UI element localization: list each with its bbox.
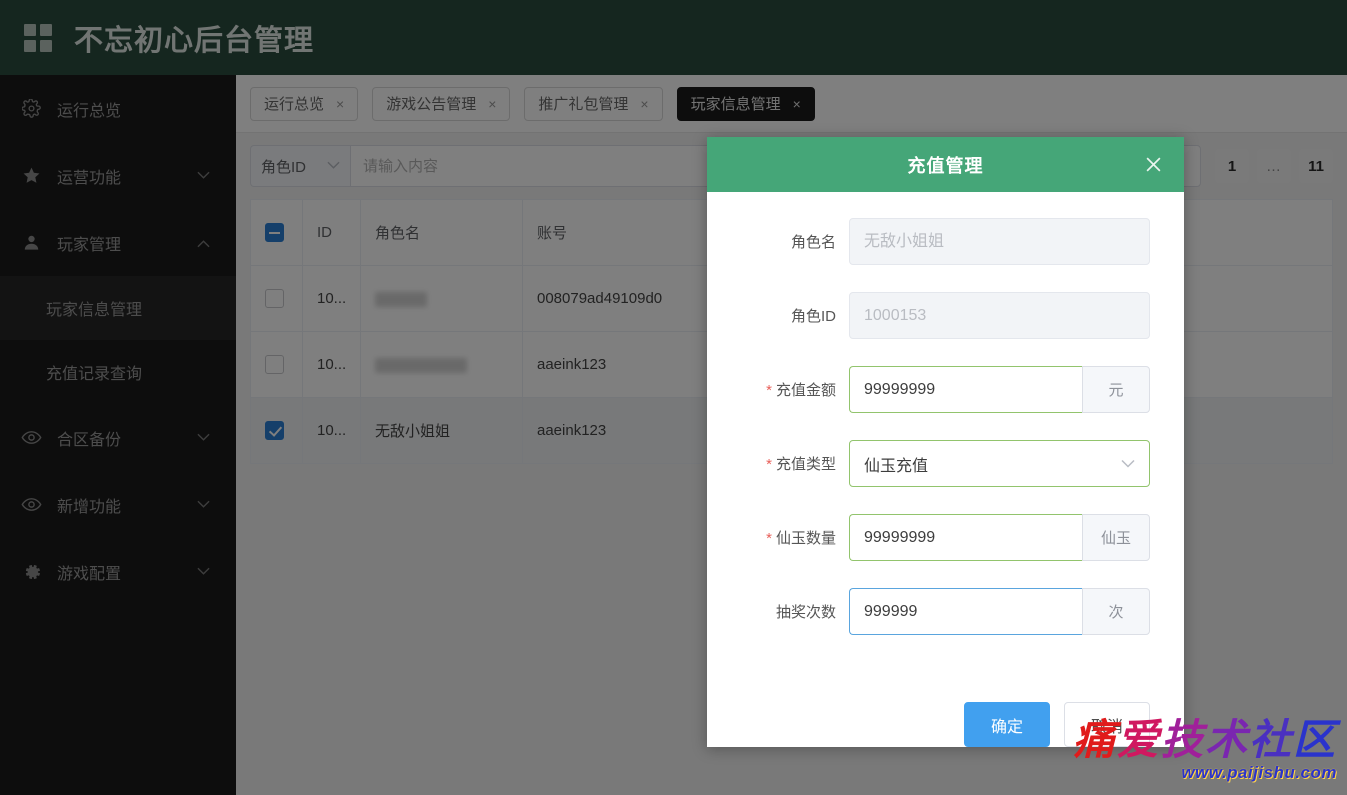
modal-body: 角色名 角色ID *充值金额 元 [707,192,1184,694]
field-draw-count: 抽奖次数 次 [727,588,1150,635]
modal-title: 充值管理 [908,152,984,178]
close-icon[interactable] [1142,154,1164,176]
recharge-modal: 充值管理 角色名 角色ID * [707,137,1184,747]
field-label-text: 仙玉数量 [776,530,836,547]
required-asterisk: * [766,456,772,473]
field-control [849,218,1150,265]
field-rolename: 角色名 [727,218,1150,265]
recharge-amount-input[interactable] [849,366,1082,413]
confirm-button[interactable]: 确定 [964,702,1050,747]
field-label-text: 充值金额 [776,382,836,399]
field-recharge-amount: *充值金额 元 [727,366,1150,413]
field-control: 次 [849,588,1150,635]
field-label: *充值金额 [727,379,849,400]
field-recharge-type: *充值类型 仙玉充值 [727,440,1150,487]
field-control [849,292,1150,339]
select-value: 仙玉充值 [864,452,1121,476]
field-label-text: 充值类型 [776,456,836,473]
rolename-input [849,218,1150,265]
required-asterisk: * [766,530,772,547]
field-label: *充值类型 [727,453,849,474]
draw-count-input[interactable] [849,588,1082,635]
field-control: 仙玉 [849,514,1150,561]
recharge-type-select[interactable]: 仙玉充值 [849,440,1150,487]
field-label: 抽奖次数 [727,601,849,622]
input-group: 次 [849,588,1150,635]
input-group: 仙玉 [849,514,1150,561]
required-asterisk: * [766,382,772,399]
field-control: 元 [849,366,1150,413]
field-jade-amount: *仙玉数量 仙玉 [727,514,1150,561]
jade-amount-input[interactable] [849,514,1082,561]
field-label: 角色名 [727,231,849,252]
cancel-button[interactable]: 取消 [1064,702,1150,747]
roleid-input [849,292,1150,339]
field-roleid: 角色ID [727,292,1150,339]
field-control: 仙玉充值 [849,440,1150,487]
input-group: 元 [849,366,1150,413]
modal-footer: 确定 取消 [707,694,1184,747]
unit-addon: 元 [1082,366,1150,413]
unit-addon: 仙玉 [1082,514,1150,561]
field-label: *仙玉数量 [727,527,849,548]
unit-addon: 次 [1082,588,1150,635]
modal-header: 充值管理 [707,137,1184,192]
app-root: 不忘初心后台管理 运行总览 运营功能 [0,0,1347,795]
field-label: 角色ID [727,305,849,326]
chevron-down-icon [1121,457,1135,471]
